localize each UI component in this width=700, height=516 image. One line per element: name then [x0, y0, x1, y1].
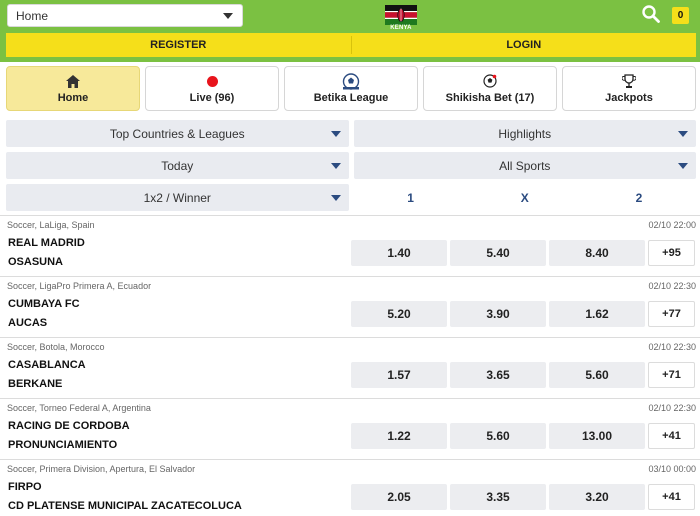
search-icon[interactable] — [641, 4, 661, 24]
main-nav: Home Live (96) Betika League Shikisha Be… — [6, 66, 696, 111]
odd-home-button[interactable]: 1.22 — [351, 423, 447, 449]
soccer-ball-icon — [483, 73, 497, 89]
login-button[interactable]: LOGIN — [352, 33, 697, 57]
highlights-select[interactable]: Highlights — [353, 120, 696, 147]
chevron-down-icon — [678, 163, 688, 169]
home-team: FIRPO — [8, 481, 42, 493]
home-icon — [66, 73, 80, 89]
match-time: 02/10 22:00 — [648, 220, 696, 230]
odd-draw-button[interactable]: 3.90 — [450, 301, 546, 327]
nav-jackpots-label: Jackpots — [605, 92, 653, 104]
more-markets-button[interactable]: +41 — [648, 484, 695, 510]
nav-shikisha-bet-label: Shikisha Bet (17) — [445, 92, 535, 104]
match-row[interactable]: Soccer, Primera Division, Apertura, El S… — [0, 459, 700, 516]
home-team: CASABLANCA — [8, 359, 86, 371]
chevron-down-icon — [330, 163, 341, 169]
chevron-down-icon — [678, 131, 688, 137]
odd-draw-button[interactable]: 5.40 — [450, 240, 546, 266]
more-markets-button[interactable]: +41 — [648, 423, 695, 449]
odd-draw-button[interactable]: 5.60 — [450, 423, 546, 449]
nav-home-label: Home — [57, 92, 89, 104]
market-value: 1x2 / Winner — [143, 190, 211, 205]
odd-home-button[interactable]: 1.57 — [351, 362, 447, 388]
nav-live-label: Live (96) — [189, 92, 235, 104]
odds-group: 5.20 3.90 1.62 +77 — [351, 301, 695, 327]
odd-home-button[interactable]: 1.40 — [351, 240, 447, 266]
more-markets-button[interactable]: +77 — [648, 301, 695, 327]
more-markets-button[interactable]: +95 — [648, 240, 695, 266]
balance-badge[interactable]: 0 — [672, 7, 689, 24]
nav-live[interactable]: Live (96) — [145, 66, 279, 111]
nav-shikisha-bet[interactable]: Shikisha Bet (17) — [423, 66, 557, 111]
odd-draw-button[interactable]: 3.35 — [450, 484, 546, 510]
match-league: Soccer, Torneo Federal A, Argentina — [7, 403, 151, 413]
away-team: BERKANE — [8, 378, 63, 390]
register-button[interactable]: REGISTER — [6, 33, 351, 57]
away-team: PRONUNCIAMIENTO — [8, 439, 118, 451]
away-team: AUCAS — [8, 317, 48, 329]
market-select[interactable]: 1x2 / Winner — [6, 184, 349, 211]
odds-header-away: 2 — [635, 190, 643, 205]
home-team: RACING DE CORDOBA — [8, 420, 130, 432]
chevron-down-icon — [223, 13, 233, 19]
day-select[interactable]: Today — [6, 152, 349, 179]
chevron-down-icon — [330, 195, 341, 201]
match-list: Soccer, LaLiga, Spain 02/10 22:00 REAL M… — [0, 215, 700, 516]
nav-betika-league-label: Betika League — [313, 92, 389, 104]
match-league: Soccer, LigaPro Primera A, Ecuador — [7, 281, 152, 291]
more-markets-button[interactable]: +71 — [648, 362, 695, 388]
odd-away-button[interactable]: 8.40 — [549, 240, 645, 266]
odd-home-button[interactable]: 2.05 — [351, 484, 447, 510]
match-row[interactable]: Soccer, Torneo Federal A, Argentina 02/1… — [0, 398, 700, 459]
odds-group: 1.40 5.40 8.40 +95 — [351, 240, 695, 266]
day-value: Today — [161, 158, 194, 173]
odds-group: 1.57 3.65 5.60 +71 — [351, 362, 695, 388]
trophy-icon — [622, 73, 636, 89]
match-row[interactable]: Soccer, LigaPro Primera A, Ecuador 02/10… — [0, 276, 700, 337]
match-time: 02/10 22:30 — [648, 281, 696, 291]
sports-select[interactable]: All Sports — [353, 152, 696, 179]
sport-select[interactable]: Home — [7, 4, 243, 27]
kenya-flag-icon — [385, 5, 417, 25]
odds-header-draw: X — [520, 190, 529, 205]
nav-home[interactable]: Home — [6, 66, 140, 111]
odd-away-button[interactable]: 3.20 — [549, 484, 645, 510]
odd-draw-button[interactable]: 3.65 — [450, 362, 546, 388]
match-row[interactable]: Soccer, LaLiga, Spain 02/10 22:00 REAL M… — [0, 215, 700, 276]
match-league: Soccer, LaLiga, Spain — [7, 220, 95, 230]
match-league: Soccer, Primera Division, Apertura, El S… — [7, 464, 196, 474]
home-team: REAL MADRID — [8, 237, 85, 249]
odd-away-button[interactable]: 13.00 — [549, 423, 645, 449]
odd-home-button[interactable]: 5.20 — [351, 301, 447, 327]
countries-leagues-select[interactable]: Top Countries & Leagues — [6, 120, 349, 147]
odds-group: 2.05 3.35 3.20 +41 — [351, 484, 695, 510]
odd-away-button[interactable]: 1.62 — [549, 301, 645, 327]
match-time: 03/10 00:00 — [648, 464, 696, 474]
away-team: CD PLATENSE MUNICIPAL ZACATECOLUCA — [8, 500, 242, 512]
auth-bar: REGISTER LOGIN — [6, 33, 696, 57]
filters-panel: Top Countries & Leagues Highlights Today… — [6, 120, 696, 216]
highlights-value: Highlights — [498, 126, 552, 141]
chevron-down-icon — [330, 131, 341, 137]
top-bar: Home KENYA 0 REGISTER LOGIN — [0, 0, 700, 62]
odds-header-home: 1 — [407, 190, 414, 205]
match-row[interactable]: Soccer, Botola, Morocco 02/10 22:30 CASA… — [0, 337, 700, 398]
match-time: 02/10 22:30 — [648, 403, 696, 413]
match-league: Soccer, Botola, Morocco — [7, 342, 105, 352]
league-ball-icon — [342, 72, 360, 90]
match-time: 02/10 22:30 — [648, 342, 696, 352]
country-label: KENYA — [390, 25, 412, 31]
nav-jackpots[interactable]: Jackpots — [562, 66, 696, 111]
odds-header: 1 X 2 — [354, 184, 697, 211]
home-team: CUMBAYA FC — [8, 298, 80, 310]
sport-select-value: Home — [16, 8, 49, 23]
live-dot-icon — [206, 73, 218, 89]
away-team: OSASUNA — [8, 256, 64, 268]
odd-away-button[interactable]: 5.60 — [549, 362, 645, 388]
nav-betika-league[interactable]: Betika League — [284, 66, 418, 111]
countries-leagues-value: Top Countries & Leagues — [109, 126, 245, 141]
odds-group: 1.22 5.60 13.00 +41 — [351, 423, 695, 449]
sports-value: All Sports — [499, 158, 551, 173]
